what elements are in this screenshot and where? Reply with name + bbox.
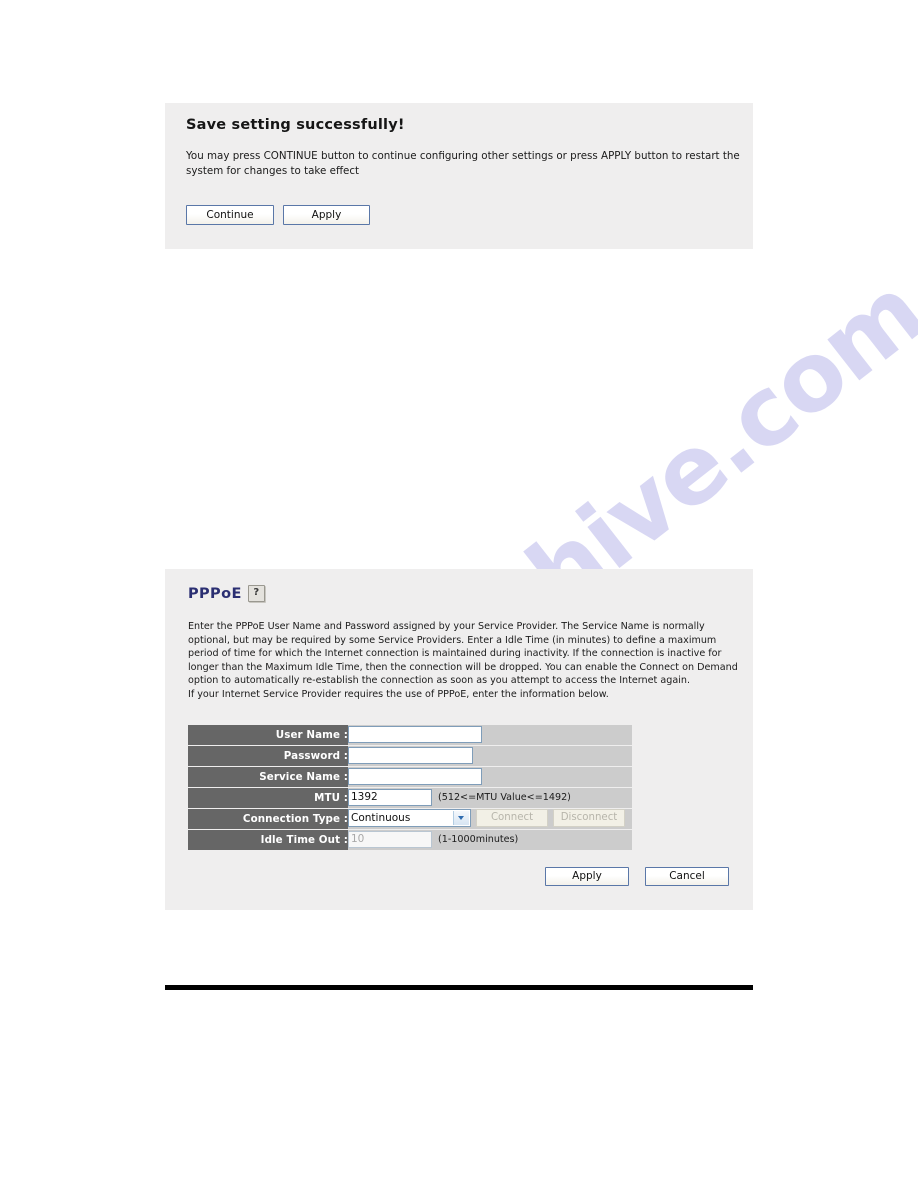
service-name-cell [348,766,632,787]
connect-button[interactable]: Connect [476,809,548,828]
save-setting-panel: Save setting successfully! You may press… [165,103,753,249]
page-bottom-rule [165,985,753,990]
password-cell [348,745,632,766]
mtu-input[interactable] [348,788,432,806]
pppoe-header: PPPoE ? [188,585,739,602]
table-row-connection-type: Connection Type : Continuous Connect Disco… [188,808,632,829]
pppoe-settings-table: User Name : Password : Service Name : MT… [188,724,632,851]
pppoe-title: PPPoE [188,585,242,602]
save-setting-actions: Continue Apply [186,205,741,225]
idle-time-out-input[interactable] [348,830,432,848]
continue-button[interactable]: Continue [186,205,274,225]
disconnect-button[interactable]: Disconnect [553,809,625,828]
service-name-input[interactable] [348,767,482,785]
help-question-icon[interactable]: ? [247,585,265,602]
connection-type-cell: Continuous Connect Disconnect [348,808,632,829]
pppoe-description-secondary: If your Internet Service Provider requir… [188,688,609,700]
mtu-label: MTU : [188,787,348,808]
chevron-down-icon[interactable] [453,811,469,826]
table-row-service-name: Service Name : [188,766,632,787]
service-name-label: Service Name : [188,766,348,787]
pppoe-footer-actions: Apply Cancel [179,866,730,886]
user-name-input[interactable] [348,725,482,743]
idle-time-out-hint: (1-1000minutes) [438,833,519,845]
table-row-password: Password : [188,745,632,766]
password-input[interactable] [348,746,473,764]
pppoe-panel: PPPoE ? Enter the PPPoE User Name and Pa… [165,569,753,910]
user-name-cell [348,724,632,745]
pppoe-apply-button[interactable]: Apply [545,866,629,886]
pppoe-cancel-button[interactable]: Cancel [645,866,729,886]
connection-type-select[interactable]: Continuous [348,809,471,828]
mtu-cell: (512<=MTU Value<=1492) [348,787,632,808]
pppoe-description-main: Enter the PPPoE User Name and Password a… [188,621,738,687]
apply-button[interactable]: Apply [283,205,370,225]
mtu-hint: (512<=MTU Value<=1492) [438,791,571,803]
save-setting-description: You may press CONTINUE button to continu… [186,150,740,177]
pppoe-description: Enter the PPPoE User Name and Password a… [188,620,746,702]
idle-time-out-label: Idle Time Out : [188,829,348,850]
table-row-idle-time-out: Idle Time Out : (1-1000minutes) [188,829,632,850]
save-setting-title: Save setting successfully! [186,117,405,133]
connection-type-value: Continuous [351,812,411,825]
connection-type-label: Connection Type : [188,808,348,829]
idle-time-out-cell: (1-1000minutes) [348,829,632,850]
table-row-mtu: MTU : (512<=MTU Value<=1492) [188,787,632,808]
password-label: Password : [188,745,348,766]
user-name-label: User Name : [188,724,348,745]
table-row-user-name: User Name : [188,724,632,745]
